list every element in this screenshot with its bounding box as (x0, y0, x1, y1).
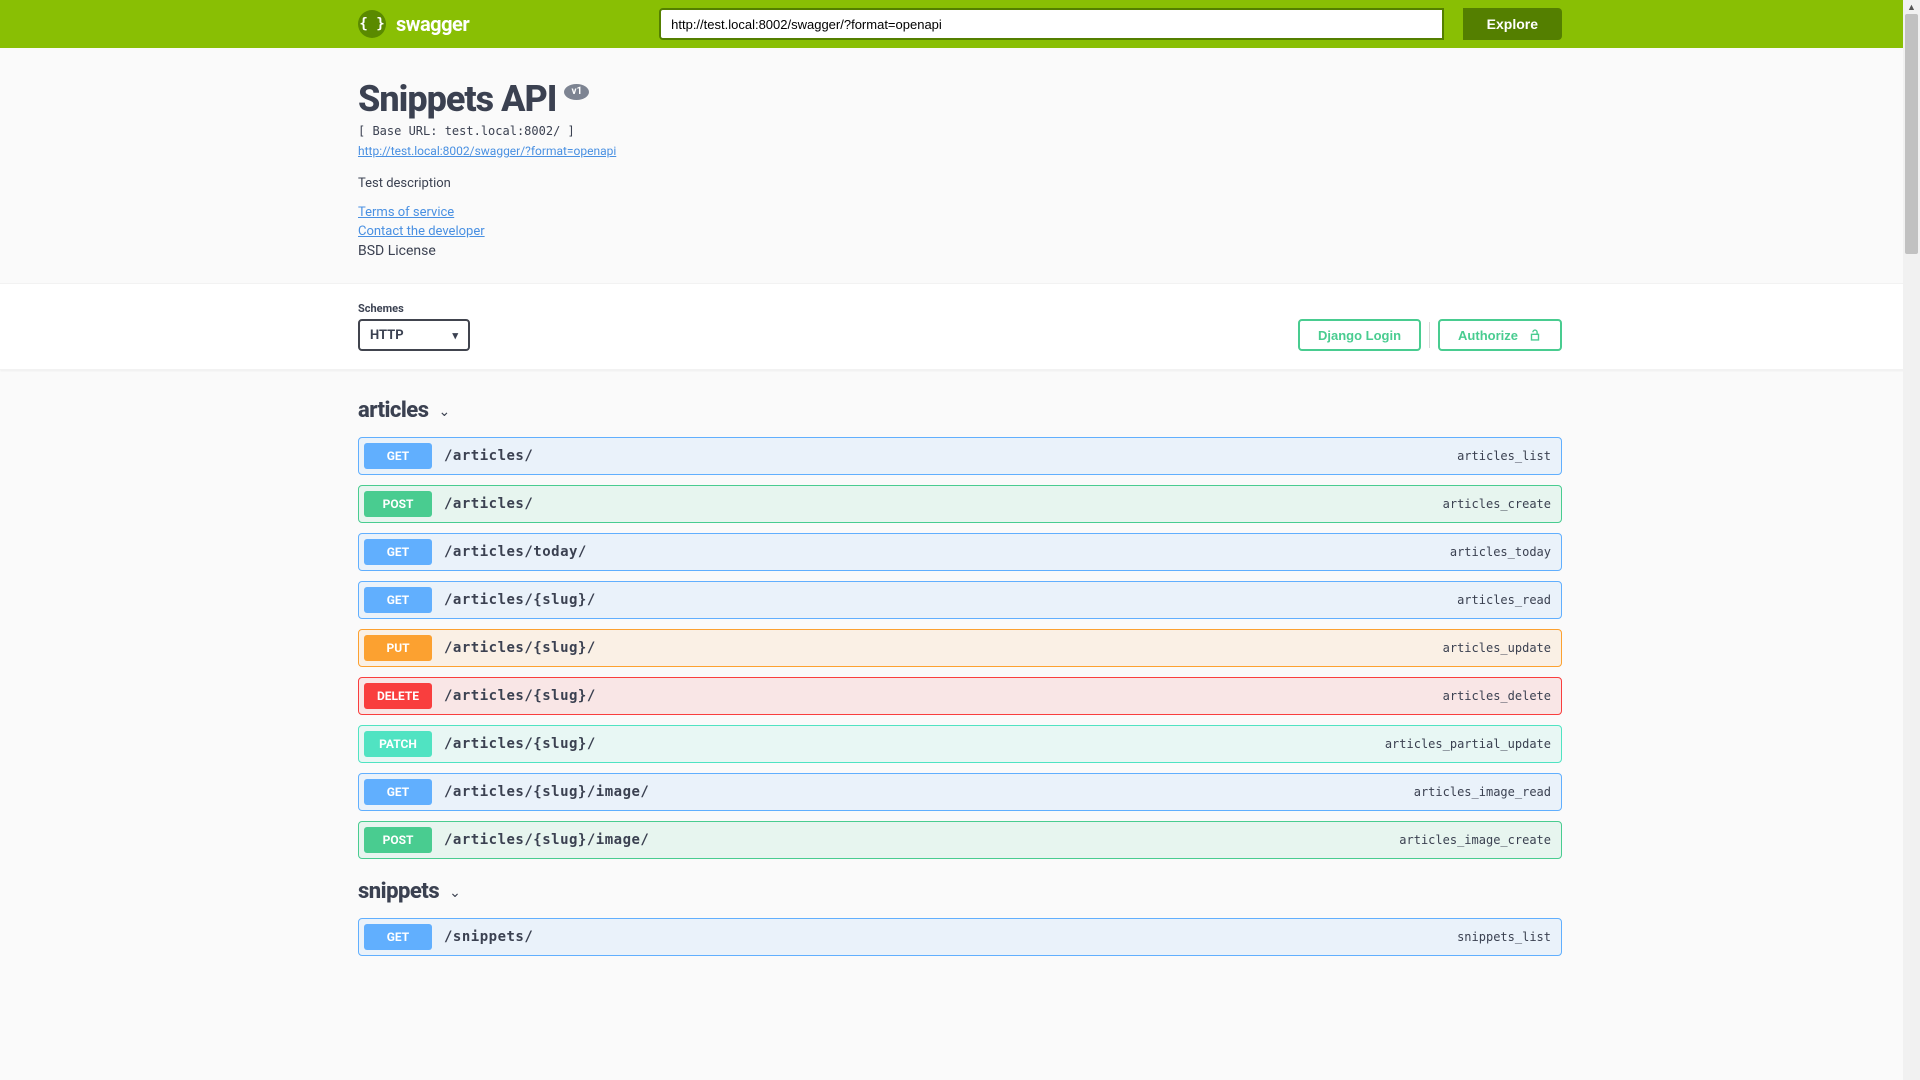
op-path: /articles/{slug}/ (444, 736, 1385, 752)
op-id: snippets_list (1457, 930, 1551, 944)
op-path: /articles/{slug}/image/ (444, 832, 1399, 848)
op-articles-create[interactable]: POST /articles/ articles_create (358, 485, 1562, 523)
topbar: { } swagger Explore (0, 0, 1920, 48)
swagger-logo-text: swagger (396, 12, 469, 36)
op-path: /articles/today/ (444, 544, 1450, 560)
op-path: /articles/ (444, 496, 1443, 512)
scroll-up-arrow-icon[interactable]: ▲ (1903, 0, 1920, 14)
api-description: Test description (358, 176, 1562, 191)
tag-snippets-name: snippets (358, 879, 439, 904)
op-id: articles_read (1457, 593, 1551, 607)
version-badge: v1 (564, 84, 589, 100)
op-path: /articles/{slug}/image/ (444, 784, 1414, 800)
spec-url-input[interactable] (659, 8, 1444, 40)
op-articles-image-read[interactable]: GET /articles/{slug}/image/ articles_ima… (358, 773, 1562, 811)
op-path: /articles/{slug}/ (444, 592, 1457, 608)
swagger-logo[interactable]: { } swagger (358, 10, 469, 38)
op-articles-update[interactable]: PUT /articles/{slug}/ articles_update (358, 629, 1562, 667)
spec-link[interactable]: http://test.local:8002/swagger/?format=o… (358, 144, 616, 158)
op-id: articles_image_create (1399, 833, 1551, 847)
op-path: /snippets/ (444, 929, 1457, 945)
method-badge: POST (364, 491, 432, 517)
explore-button[interactable]: Explore (1463, 8, 1562, 40)
auth-separator (1429, 322, 1430, 348)
op-path: /articles/ (444, 448, 1457, 464)
django-login-button[interactable]: Django Login (1298, 319, 1421, 351)
method-badge: PATCH (364, 731, 432, 757)
method-badge: GET (364, 539, 432, 565)
method-badge: GET (364, 587, 432, 613)
op-id: articles_image_read (1414, 785, 1551, 799)
schemes-label: Schemes (358, 302, 470, 315)
op-id: articles_today (1450, 545, 1551, 559)
lock-open-icon (1528, 328, 1542, 342)
method-badge: GET (364, 779, 432, 805)
scrollbar-thumb[interactable] (1905, 14, 1918, 254)
api-title: Snippets API (358, 78, 556, 120)
op-articles-today[interactable]: GET /articles/today/ articles_today (358, 533, 1562, 571)
scrollbar-track[interactable]: ▲ (1903, 0, 1920, 1080)
method-badge: POST (364, 827, 432, 853)
method-badge: GET (364, 924, 432, 950)
schemes-select[interactable]: HTTP ▾ (358, 319, 470, 351)
scheme-bar: Schemes HTTP ▾ Django Login Authorize (0, 283, 1920, 370)
op-articles-partial-update[interactable]: PATCH /articles/{slug}/ articles_partial… (358, 725, 1562, 763)
op-id: articles_list (1457, 449, 1551, 463)
tag-articles-name: articles (358, 398, 429, 423)
chevron-down-icon: ⌄ (439, 404, 451, 420)
chevron-down-icon: ⌄ (449, 885, 461, 901)
op-snippets-list[interactable]: GET /snippets/ snippets_list (358, 918, 1562, 956)
authorize-label: Authorize (1458, 328, 1518, 343)
license-text: BSD License (358, 243, 1562, 259)
op-id: articles_create (1443, 497, 1551, 511)
tag-articles-header[interactable]: articles ⌄ (358, 388, 1562, 437)
op-id: articles_delete (1443, 689, 1551, 703)
op-id: articles_partial_update (1385, 737, 1551, 751)
op-articles-delete[interactable]: DELETE /articles/{slug}/ articles_delete (358, 677, 1562, 715)
op-articles-read[interactable]: GET /articles/{slug}/ articles_read (358, 581, 1562, 619)
op-articles-list[interactable]: GET /articles/ articles_list (358, 437, 1562, 475)
op-path: /articles/{slug}/ (444, 640, 1443, 656)
op-articles-image-create[interactable]: POST /articles/{slug}/image/ articles_im… (358, 821, 1562, 859)
tag-snippets-header[interactable]: snippets ⌄ (358, 869, 1562, 918)
base-url: [ Base URL: test.local:8002/ ] (358, 124, 1562, 138)
contact-link[interactable]: Contact the developer (358, 224, 485, 239)
chevron-down-icon: ▾ (452, 329, 458, 342)
method-badge: GET (364, 443, 432, 469)
django-login-label: Django Login (1318, 328, 1401, 343)
op-id: articles_update (1443, 641, 1551, 655)
method-badge: DELETE (364, 683, 432, 709)
api-info: Snippets API v1 [ Base URL: test.local:8… (358, 48, 1562, 283)
authorize-button[interactable]: Authorize (1438, 319, 1562, 351)
terms-link[interactable]: Terms of service (358, 205, 454, 220)
swagger-logo-icon: { } (358, 10, 386, 38)
op-path: /articles/{slug}/ (444, 688, 1443, 704)
method-badge: PUT (364, 635, 432, 661)
schemes-selected: HTTP (370, 328, 404, 343)
